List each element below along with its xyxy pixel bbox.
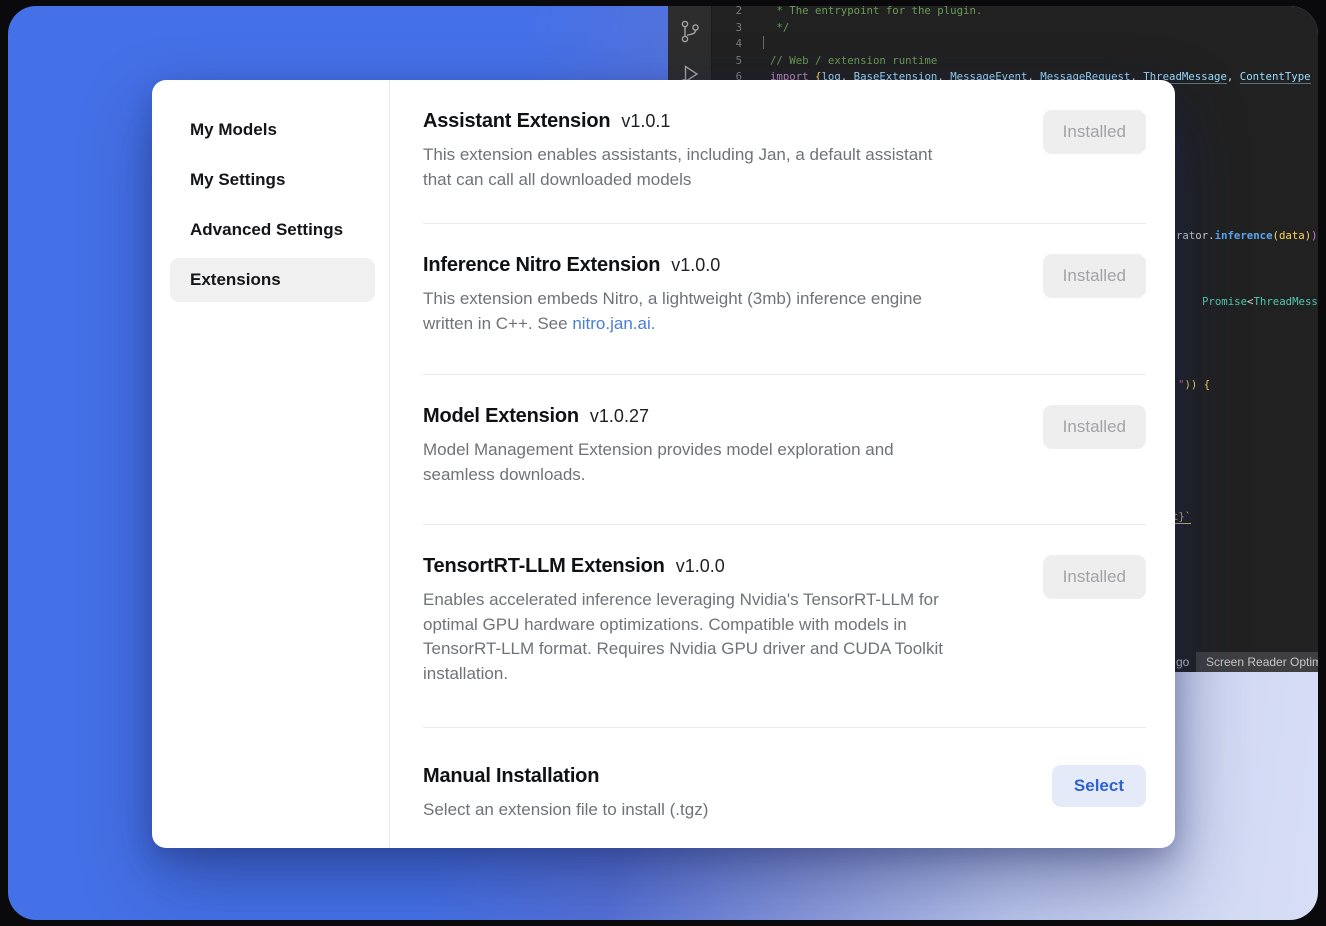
source-control-icon[interactable]: [678, 18, 702, 46]
settings-sidebar: My Models My Settings Advanced Settings …: [152, 80, 390, 848]
extensions-panel: Assistant Extension v1.0.1 This extensio…: [390, 80, 1175, 848]
sidebar-item-extensions[interactable]: Extensions: [170, 258, 375, 302]
extension-version: v1.0.0: [671, 255, 720, 276]
code-fragment: Promise<ThreadMessage>: [1202, 294, 1318, 311]
extension-item-tensorrt-llm: TensortRT-LLM Extension v1.0.0 Enables a…: [423, 525, 1146, 728]
extension-description: This extension enables assistants, inclu…: [423, 143, 1013, 192]
sidebar-item-my-models[interactable]: My Models: [170, 108, 375, 152]
extension-title-row: Manual Installation: [423, 765, 1032, 788]
installed-button[interactable]: Installed: [1043, 254, 1146, 298]
code-line: 2 * The entrypoint for the plugin.: [712, 6, 1318, 20]
extension-title: TensortRT-LLM Extension: [423, 555, 665, 578]
extension-version: v1.0.0: [676, 556, 725, 577]
code-line: 5 // Web / extension runtime: [712, 53, 1318, 70]
extension-info: Model Extension v1.0.27 Model Management…: [423, 405, 1043, 524]
code-area: 2 * The entrypoint for the plugin. 3 */ …: [712, 6, 1318, 86]
extension-description: Model Management Extension provides mode…: [423, 438, 1013, 487]
code-text: // Web / extension runtime: [770, 53, 937, 70]
code-text: * The entrypoint for the plugin.: [770, 6, 982, 20]
line-number: 5: [712, 53, 742, 70]
extension-title: Assistant Extension: [423, 110, 610, 133]
indent-guide: [763, 36, 764, 49]
sidebar-item-advanced-settings[interactable]: Advanced Settings: [170, 208, 375, 252]
extension-item-inference-nitro: Inference Nitro Extension v1.0.0 This ex…: [423, 224, 1146, 375]
status-language-label[interactable]: go: [1176, 654, 1189, 671]
extension-title: Model Extension: [423, 405, 579, 428]
installed-button[interactable]: Installed: [1043, 555, 1146, 599]
manual-installation-description: Select an extension file to install (.tg…: [423, 798, 1013, 823]
extension-item-model: Model Extension v1.0.27 Model Management…: [423, 375, 1146, 525]
extension-item-assistant: Assistant Extension v1.0.1 This extensio…: [423, 80, 1146, 224]
sidebar-item-my-settings[interactable]: My Settings: [170, 158, 375, 202]
code-fragment: ")) {: [1178, 377, 1210, 394]
line-number: 2: [712, 6, 742, 20]
extension-info: Assistant Extension v1.0.1 This extensio…: [423, 110, 1043, 223]
extension-version: v1.0.1: [621, 111, 670, 132]
installed-button[interactable]: Installed: [1043, 110, 1146, 154]
code-text: */: [770, 20, 789, 37]
extension-info: TensortRT-LLM Extension v1.0.0 Enables a…: [423, 555, 1043, 727]
code-line: 3 */: [712, 20, 1318, 37]
extension-title-row: Inference Nitro Extension v1.0.0: [423, 254, 1023, 277]
extension-info: Manual Installation Select an extension …: [423, 765, 1052, 848]
line-number: 3: [712, 20, 742, 37]
extension-title-row: Model Extension v1.0.27: [423, 405, 1023, 428]
nitro-link[interactable]: nitro.jan.ai.: [572, 314, 655, 333]
extension-title-row: TensortRT-LLM Extension v1.0.0: [423, 555, 1023, 578]
settings-modal: My Models My Settings Advanced Settings …: [152, 80, 1175, 848]
app-window: 2 * The entrypoint for the plugin. 3 */ …: [8, 6, 1318, 920]
installed-button[interactable]: Installed: [1043, 405, 1146, 449]
manual-installation-item: Manual Installation Select an extension …: [423, 728, 1146, 848]
screen-reader-status[interactable]: Screen Reader Optimiz: [1196, 652, 1318, 672]
extension-version: v1.0.27: [590, 406, 649, 427]
extension-info: Inference Nitro Extension v1.0.0 This ex…: [423, 254, 1043, 374]
description-text: This extension embeds Nitro, a lightweig…: [423, 289, 922, 333]
line-number: 4: [712, 36, 742, 53]
extension-title: Inference Nitro Extension: [423, 254, 660, 277]
manual-installation-title: Manual Installation: [423, 765, 599, 788]
extension-description: This extension embeds Nitro, a lightweig…: [423, 287, 1013, 336]
code-fragment: rator.inference(data));: [1176, 228, 1318, 245]
extension-title-row: Assistant Extension v1.0.1: [423, 110, 1023, 133]
extension-description: Enables accelerated inference leveraging…: [423, 588, 1013, 686]
select-file-button[interactable]: Select: [1052, 765, 1146, 807]
code-line: 4: [712, 36, 1318, 53]
